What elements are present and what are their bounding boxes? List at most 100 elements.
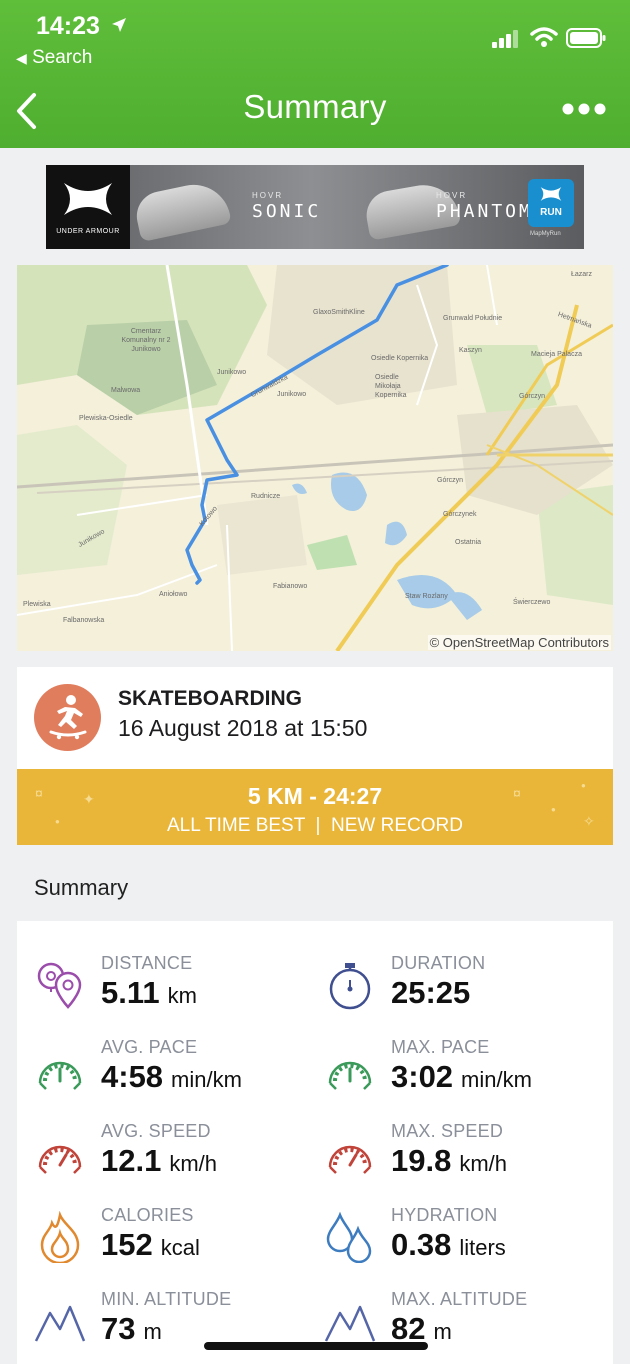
stat-avg-pace: AVG. PACE 4:58 min/km xyxy=(34,1037,314,1109)
map-label: Górczyn xyxy=(519,393,546,400)
location-arrow-icon xyxy=(112,18,126,32)
stat-value: 152 kcal xyxy=(101,1227,200,1263)
back-to-search-link[interactable]: ◀ Search xyxy=(16,47,92,69)
home-indicator[interactable] xyxy=(204,1342,428,1350)
map-label: Macieja Palacza xyxy=(531,351,582,358)
stat-calories: CALORIES 152 kcal xyxy=(34,1205,314,1277)
stat-max-pace: MAX. PACE 3:02 min/km xyxy=(324,1037,604,1109)
mountain-icon xyxy=(34,1305,86,1342)
map-label: Falbanowska xyxy=(63,617,105,624)
more-options-icon[interactable] xyxy=(562,102,606,116)
location-pins-icon xyxy=(37,962,82,1009)
stat-number: 4:58 xyxy=(101,1059,164,1094)
stat-number: 12.1 xyxy=(101,1143,162,1178)
stat-label: DURATION xyxy=(391,953,486,973)
ad-app-badge-label: RUN xyxy=(540,207,562,218)
stat-min-altitude: MIN. ALTITUDE 73 m xyxy=(34,1289,314,1361)
water-drops-icon xyxy=(326,1211,372,1263)
map-label: Plewiska-Osiedle xyxy=(79,415,133,422)
stat-value: 19.8 km/h xyxy=(391,1143,507,1179)
stat-max-speed: MAX. SPEED 19.8 km/h xyxy=(324,1121,604,1193)
cellular-signal-icon xyxy=(492,30,518,48)
stat-unit: liters xyxy=(459,1235,506,1260)
stat-unit: km/h xyxy=(459,1151,508,1176)
stat-label: AVG. SPEED xyxy=(101,1121,211,1141)
map-label: Plewiska xyxy=(23,601,51,608)
stat-label: MIN. ALTITUDE xyxy=(101,1289,232,1309)
stat-number: 73 xyxy=(101,1311,136,1346)
map-label: Osiedle Mikołaja Kopernika xyxy=(375,374,407,399)
stat-label: CALORIES xyxy=(101,1205,194,1225)
stat-unit: min/km xyxy=(171,1067,242,1092)
stat-unit: km xyxy=(167,983,197,1008)
stat-label: MAX. SPEED xyxy=(391,1121,504,1141)
record-banner[interactable]: ¤ ✦ ● ¤ ● ● ✧ 5 KM - 24:27 ALL TIME BEST… xyxy=(17,769,613,845)
under-armour-logo-icon xyxy=(64,183,112,215)
map-label: Staw Rozlany xyxy=(405,593,448,600)
stat-value: 3:02 min/km xyxy=(391,1059,532,1095)
ua-small-logo-icon xyxy=(540,187,562,201)
stat-value: 0.38 liters xyxy=(391,1227,506,1263)
map-label: Grunwald Południe xyxy=(443,315,503,322)
stat-avg-speed: AVG. SPEED 12.1 km/h xyxy=(34,1121,314,1193)
ad-brand-name: UNDER ARMOUR xyxy=(56,228,120,235)
stat-value: 4:58 min/km xyxy=(101,1059,242,1095)
stat-label: MAX. PACE xyxy=(391,1037,490,1057)
stats-grid: DISTANCE 5.11 km DURATION 25:25 AVG. PACE 4:58… xyxy=(17,921,613,1364)
stat-number: 152 xyxy=(101,1227,153,1262)
pace-gauge-icon xyxy=(38,1061,82,1090)
stat-unit: m xyxy=(143,1319,162,1344)
map-label: Junikowo xyxy=(277,391,307,398)
map-label: Osiedle Kopernika xyxy=(371,355,429,362)
back-to-search-label: Search xyxy=(32,47,93,68)
activity-card: SKATEBOARDING 16 August 2018 at 15:50 xyxy=(17,667,613,769)
small-back-triangle-icon: ◀ xyxy=(16,50,27,66)
ad-app-tag: MapMyRun xyxy=(530,231,561,237)
ad-app-badge: RUN xyxy=(528,179,574,227)
stat-unit: kcal xyxy=(160,1235,200,1260)
speed-gauge-icon xyxy=(328,1145,372,1174)
ad-brand-logo: UNDER ARMOUR xyxy=(46,165,130,249)
mountain-icon xyxy=(324,1305,376,1342)
activity-date: 16 August 2018 at 15:50 xyxy=(118,715,368,741)
record-subtitle: ALL TIME BEST | NEW RECORD xyxy=(167,815,463,836)
map-label: Aniołowo xyxy=(159,591,188,598)
stat-label: DISTANCE xyxy=(101,953,193,973)
stat-number: 3:02 xyxy=(391,1059,454,1094)
ad-product1-name: SONIC xyxy=(252,201,322,222)
page-title: Summary xyxy=(243,88,387,125)
map-canvas xyxy=(17,265,613,651)
map-label: GlaxoSmithKline xyxy=(313,309,365,316)
stat-value: 25:25 xyxy=(391,975,470,1011)
stat-max-altitude: MAX. ALTITUDE 82 m xyxy=(324,1289,604,1361)
flame-icon xyxy=(40,1211,80,1263)
map-label: Kaszyn xyxy=(459,347,482,354)
map-label: Górczyn xyxy=(437,477,464,484)
route-map[interactable]: Cmentarz Komunalny nr 2 Junikowo Malwowa… xyxy=(17,265,613,651)
stat-unit: min/km xyxy=(461,1067,532,1092)
map-attribution[interactable]: © OpenStreetMap Contributors xyxy=(427,635,611,650)
stat-number: 5.11 xyxy=(101,975,160,1010)
record-value: 5 KM - 24:27 xyxy=(247,783,383,809)
summary-section-title: Summary xyxy=(34,875,129,900)
map-label: Górczynek xyxy=(443,511,477,518)
pace-gauge-icon xyxy=(328,1061,372,1090)
shoe-image-1 xyxy=(132,177,232,243)
ad-product1-small: HOVR xyxy=(252,191,284,200)
stat-value: 73 m xyxy=(101,1311,162,1347)
ad-product-strip: HOVR SONIC HOVR PHANTOM xyxy=(130,165,584,249)
stat-unit: km/h xyxy=(169,1151,218,1176)
map-label: Świerczewo xyxy=(513,599,551,606)
map-label: Cmentarz Komunalny nr 2 Junikowo xyxy=(121,328,171,353)
ad-product2-name: PHANTOM xyxy=(436,201,533,222)
stat-value: 12.1 km/h xyxy=(101,1143,217,1179)
map-label: Rudnicze xyxy=(251,493,281,500)
battery-icon xyxy=(566,28,606,48)
map-label: Fabianowo xyxy=(273,583,308,590)
stat-hydration: HYDRATION 0.38 liters xyxy=(324,1205,604,1277)
stat-number: 19.8 xyxy=(391,1143,452,1178)
ad-banner[interactable]: UNDER ARMOUR HOVR SONIC HOVR PHANTOM RUN… xyxy=(46,165,584,249)
activity-type: SKATEBOARDING xyxy=(118,687,302,710)
stopwatch-icon xyxy=(329,963,371,1010)
stat-label: MAX. ALTITUDE xyxy=(391,1289,528,1309)
